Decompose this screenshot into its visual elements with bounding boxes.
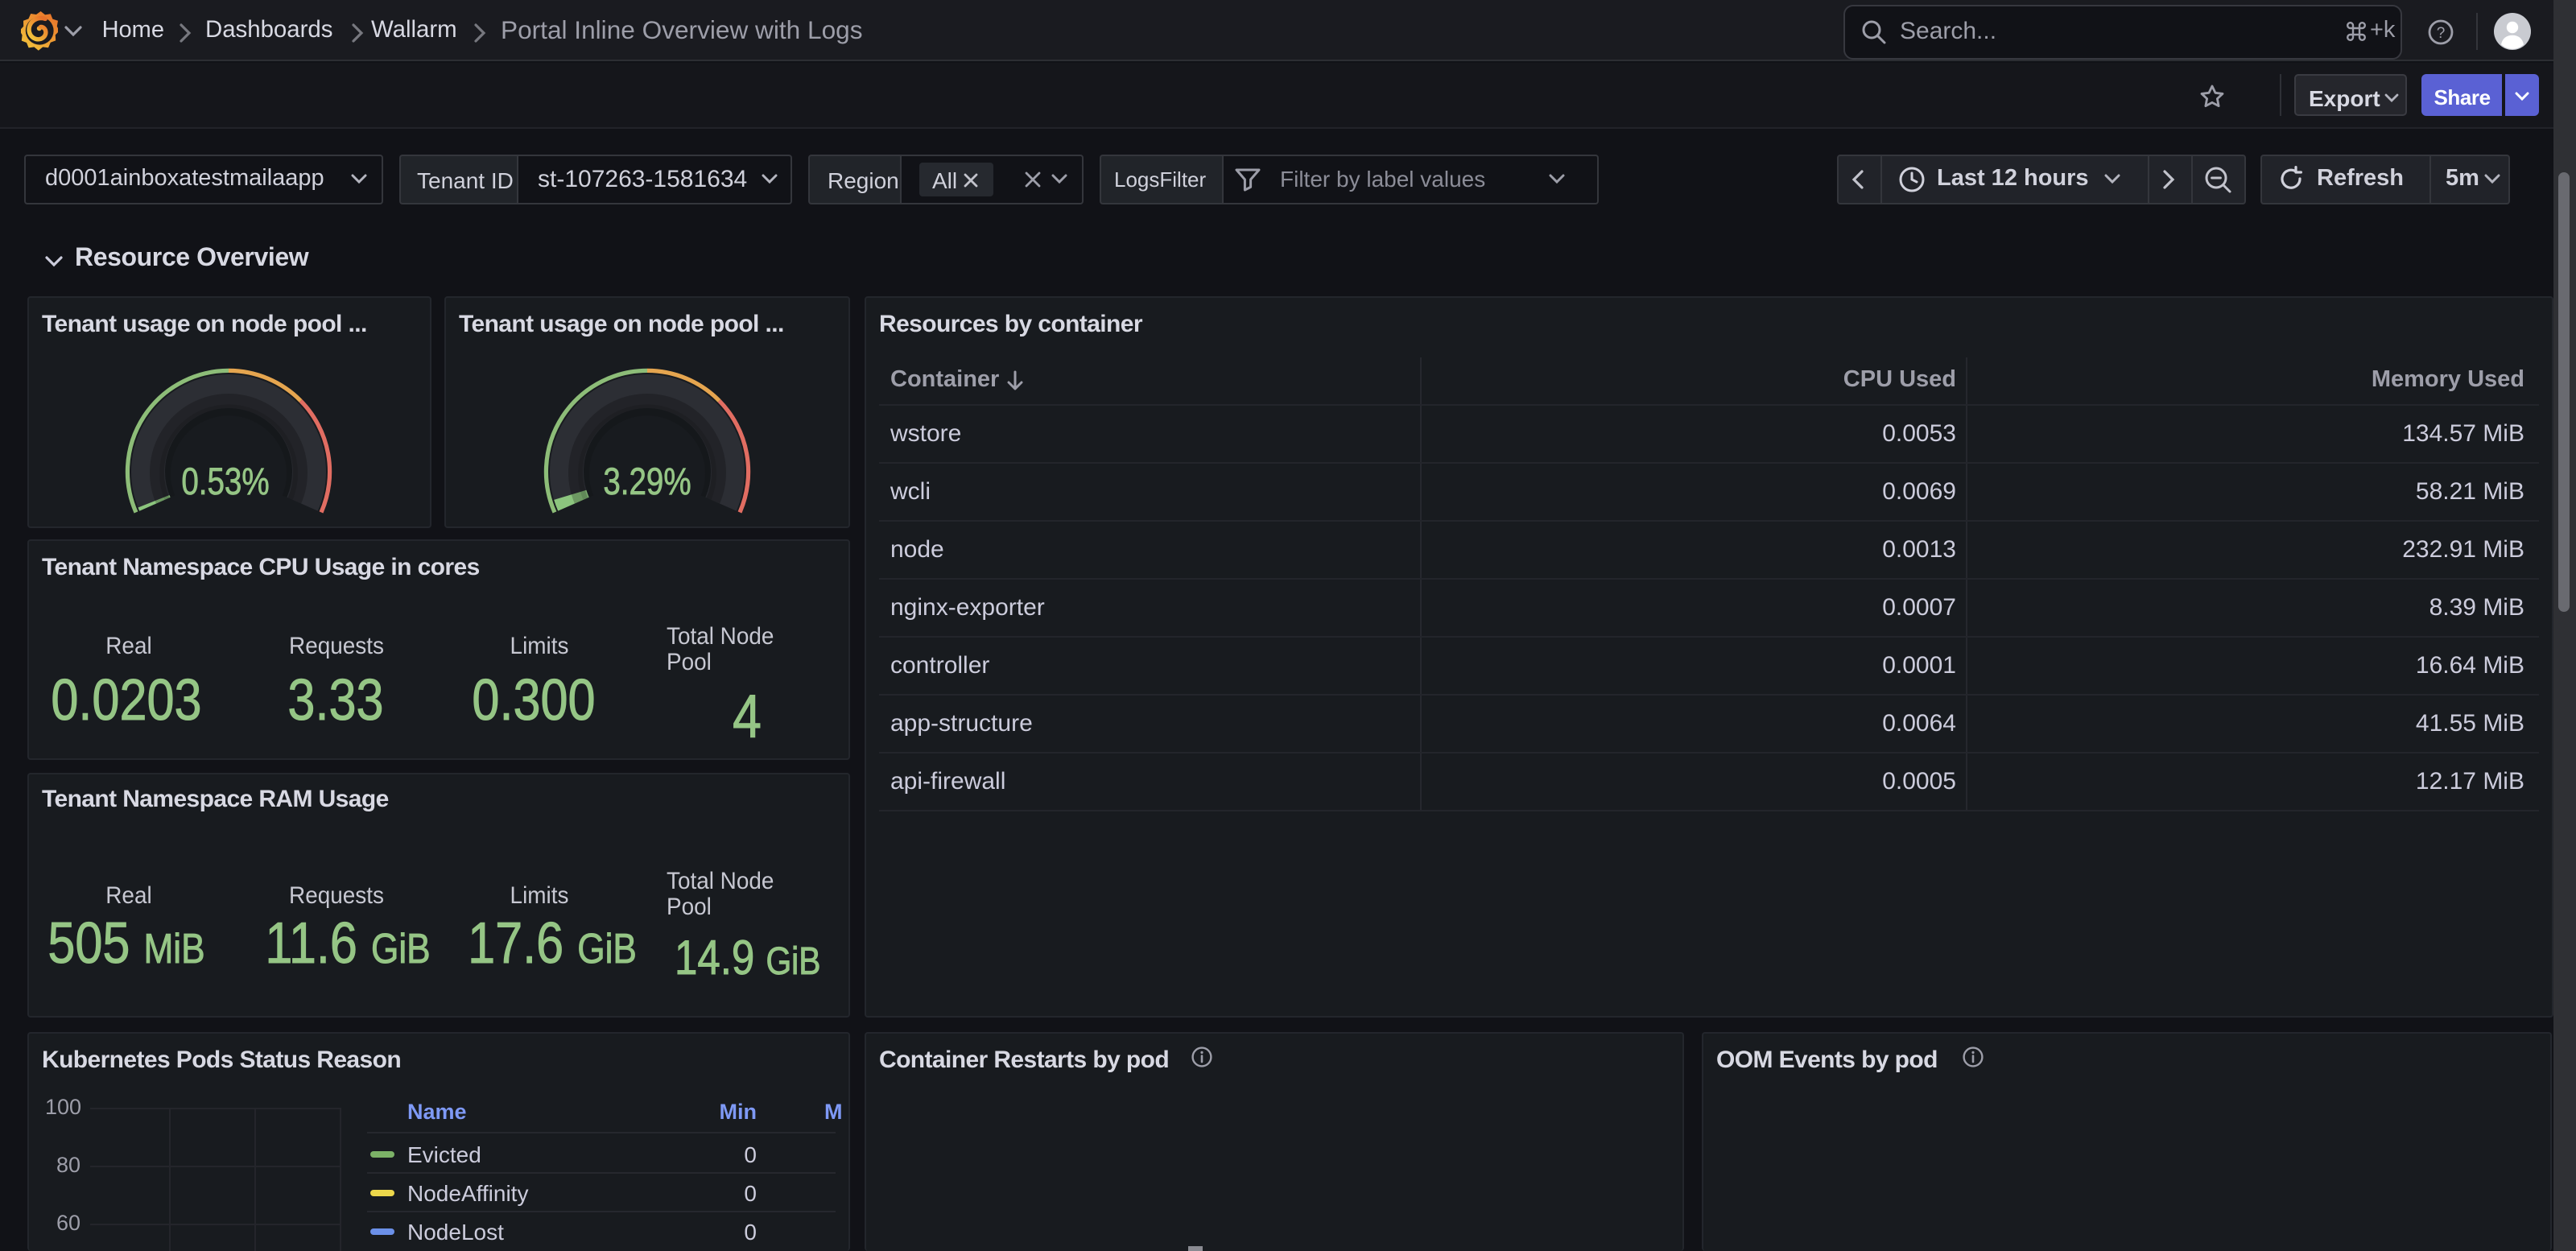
svg-text:?: ? bbox=[2437, 25, 2446, 42]
